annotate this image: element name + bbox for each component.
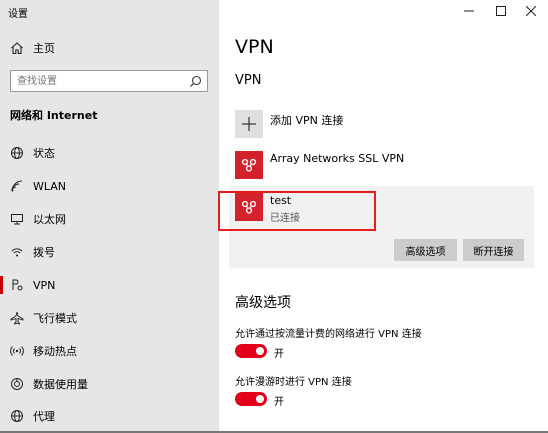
maximize-button[interactable] <box>484 0 518 22</box>
data-usage-icon <box>10 377 24 391</box>
section-title: VPN <box>235 73 262 88</box>
metered-option-label: 允许通过按流量计费的网络进行 VPN 连接 <box>235 329 422 340</box>
sidebar-item-label: 飞行模式 <box>33 312 77 325</box>
sidebar-item-hotspot[interactable]: 移动热点 <box>0 336 219 366</box>
toggle-knob <box>256 347 264 355</box>
vpn-connection-item[interactable]: Array Networks SSL VPN <box>235 151 525 179</box>
airplane-icon <box>10 311 24 325</box>
maximize-icon <box>496 6 506 16</box>
sidebar: 设置 主页 网络和 Internet 状态 WLAN 以太网 <box>0 0 219 433</box>
sidebar-item-label: 拨号 <box>33 246 55 259</box>
proxy-icon <box>10 409 24 423</box>
dialup-icon <box>10 245 24 259</box>
close-button[interactable] <box>514 0 548 22</box>
metered-toggle-state: 开 <box>274 349 284 360</box>
roaming-toggle[interactable] <box>235 392 267 406</box>
metered-toggle[interactable] <box>235 344 267 358</box>
toggle-knob <box>256 395 264 403</box>
sidebar-item-label: 主页 <box>33 42 55 55</box>
sidebar-item-wlan[interactable]: WLAN <box>0 171 219 201</box>
sidebar-item-vpn[interactable]: VPN <box>0 270 219 300</box>
ethernet-icon <box>10 212 24 226</box>
search-field[interactable] <box>10 70 208 92</box>
highlight-box <box>218 191 376 231</box>
sidebar-item-label: 以太网 <box>33 213 66 226</box>
sidebar-item-home[interactable]: 主页 <box>0 33 219 63</box>
home-icon <box>10 41 24 55</box>
sidebar-item-dialup[interactable]: 拨号 <box>0 237 219 267</box>
add-vpn-label: 添加 VPN 连接 <box>270 114 344 127</box>
sidebar-section-title: 网络和 Internet <box>10 109 98 122</box>
roaming-option-label: 允许漫游时进行 VPN 连接 <box>235 377 352 388</box>
page-title: VPN <box>235 36 274 58</box>
sidebar-item-label: 代理 <box>33 410 55 423</box>
advanced-options-button[interactable]: 高级选项 <box>394 239 457 261</box>
minimize-icon <box>464 10 474 12</box>
sidebar-item-label: 状态 <box>33 147 55 160</box>
roaming-toggle-state: 开 <box>274 397 284 408</box>
close-icon <box>526 6 536 16</box>
sidebar-item-label: WLAN <box>33 179 67 193</box>
wifi-icon <box>10 179 24 193</box>
vpn-icon <box>10 278 24 292</box>
disconnect-button[interactable]: 断开连接 <box>463 239 524 261</box>
add-vpn-connection[interactable]: 添加 VPN 连接 <box>235 110 525 138</box>
sidebar-item-label: 数据使用量 <box>33 378 88 391</box>
array-networks-logo-icon <box>235 151 263 179</box>
minimize-button[interactable] <box>452 0 486 22</box>
window-title: 设置 <box>8 9 28 20</box>
vpn-connection-name: Array Networks SSL VPN <box>270 152 405 165</box>
sidebar-item-ethernet[interactable]: 以太网 <box>0 204 219 234</box>
sidebar-item-label: VPN <box>33 278 56 292</box>
sidebar-item-data-usage[interactable]: 数据使用量 <box>0 369 219 399</box>
hotspot-icon <box>10 344 24 358</box>
sidebar-item-airplane[interactable]: 飞行模式 <box>0 303 219 333</box>
search-icon[interactable] <box>189 75 202 91</box>
sidebar-item-proxy[interactable]: 代理 <box>0 401 219 431</box>
globe-icon <box>10 146 24 160</box>
sidebar-item-status[interactable]: 状态 <box>0 138 219 168</box>
sidebar-item-label: 移动热点 <box>33 345 77 358</box>
plus-icon <box>235 110 263 138</box>
search-input[interactable] <box>11 71 181 91</box>
advanced-section-title: 高级选项 <box>235 295 291 311</box>
